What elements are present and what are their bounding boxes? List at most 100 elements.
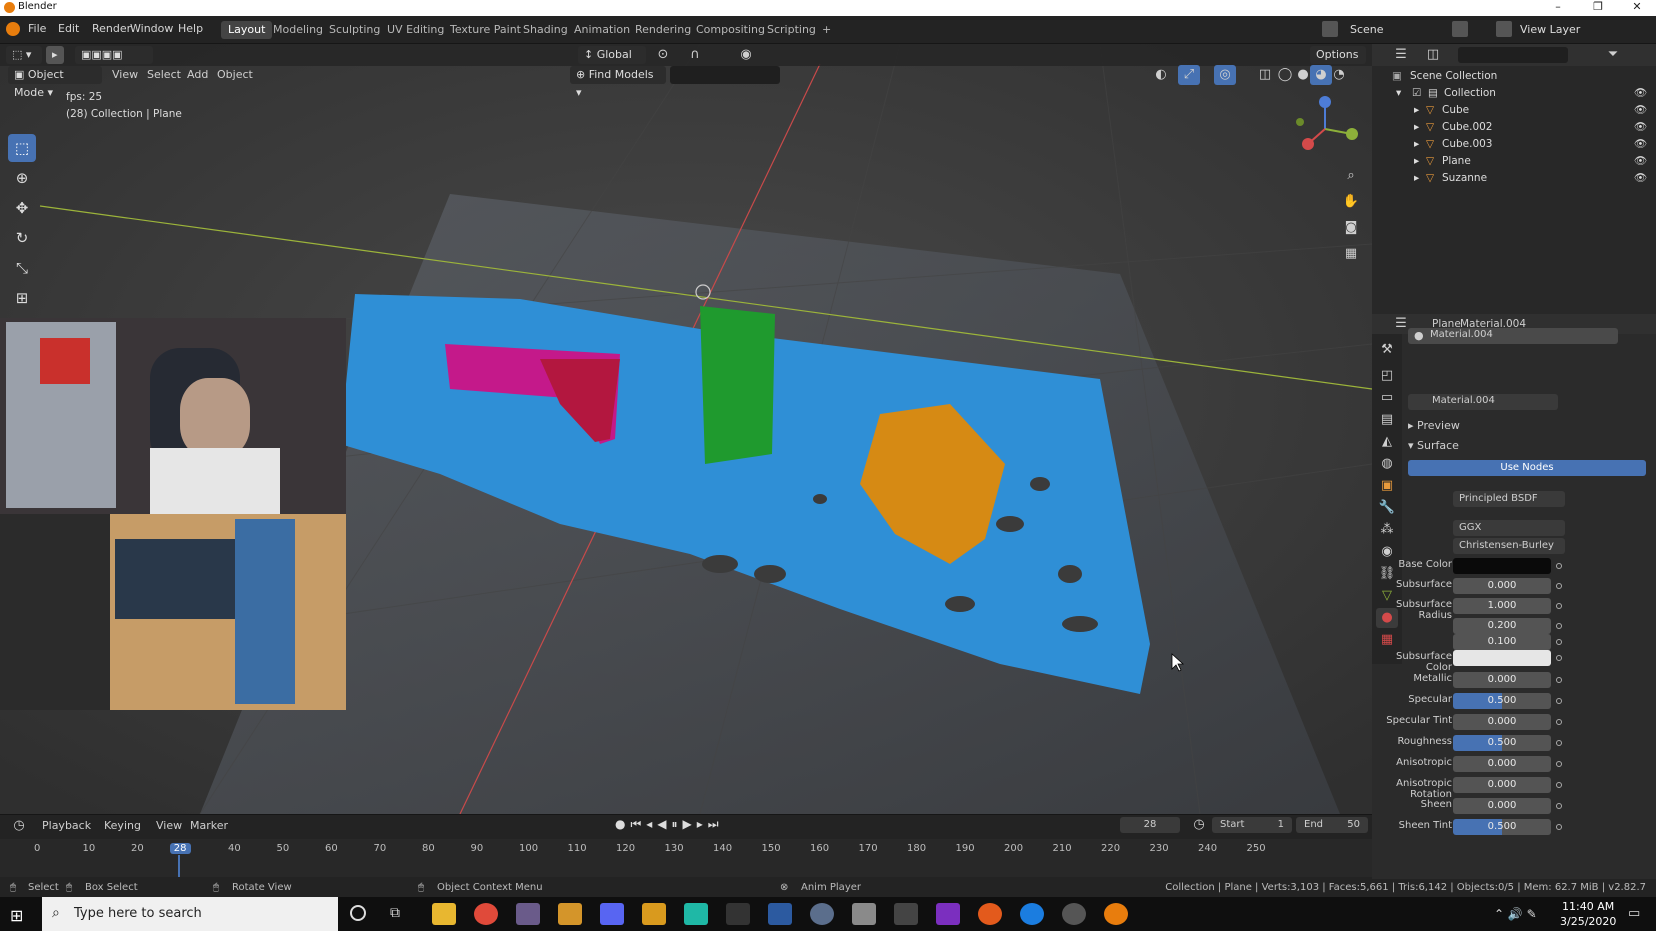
expand-arrow-icon[interactable]: ▸ bbox=[1414, 102, 1419, 119]
task-view-icon[interactable]: ⧉ bbox=[390, 905, 400, 921]
pan-hand-icon[interactable]: ✋ bbox=[1340, 192, 1362, 212]
distribution-dropdown[interactable]: GGX bbox=[1453, 520, 1565, 536]
transform-tool-icon[interactable]: ⊞ bbox=[8, 284, 36, 312]
bsdf-field-value[interactable]: 0.500 bbox=[1453, 693, 1551, 709]
visibility-eye-icon[interactable]: 👁 bbox=[1634, 153, 1647, 170]
outliner-row-scene-collection[interactable]: ▣ Scene Collection bbox=[1372, 68, 1656, 85]
tab-animation[interactable]: Animation bbox=[567, 21, 637, 39]
viewport-menu-view[interactable]: View bbox=[112, 68, 138, 81]
bsdf-field-value[interactable]: 0.500 bbox=[1453, 819, 1551, 835]
obs-icon[interactable] bbox=[1062, 903, 1086, 925]
tray-icons[interactable]: ⌃ 🔊 ✎ bbox=[1494, 907, 1537, 921]
rendered-shading-icon[interactable]: ◔ bbox=[1328, 65, 1350, 85]
bsdf-field-value[interactable]: 0.000 bbox=[1453, 714, 1551, 730]
scale-tool-icon[interactable]: ⤡ bbox=[8, 254, 36, 282]
outliner-item-plane[interactable]: ▸ ▽ Plane 👁 bbox=[1372, 153, 1656, 170]
visibility-icon[interactable]: ◐ bbox=[1150, 65, 1172, 85]
expand-arrow-icon[interactable]: ▸ bbox=[1414, 153, 1419, 170]
menu-render[interactable]: Render bbox=[92, 22, 131, 35]
app-icon-8[interactable] bbox=[894, 903, 918, 925]
options-dropdown[interactable]: Options ▾ bbox=[1310, 46, 1366, 79]
select-box-tool-icon[interactable]: ⬚ bbox=[8, 134, 36, 162]
socket-link-icon[interactable] bbox=[1556, 782, 1562, 788]
socket-link-icon[interactable] bbox=[1556, 803, 1562, 809]
end-frame-field[interactable]: End 50 bbox=[1296, 817, 1368, 833]
cursor-tool-icon[interactable]: ⊕ bbox=[8, 164, 36, 192]
outliner-search-input[interactable] bbox=[1458, 47, 1568, 63]
view-layer-icon[interactable] bbox=[1496, 21, 1512, 37]
checkbox-icon[interactable]: ☑ bbox=[1412, 85, 1421, 102]
bsdf-field-value[interactable] bbox=[1453, 650, 1551, 666]
material-slot-item[interactable]: ● Material.004 bbox=[1408, 328, 1618, 344]
rotate-tool-icon[interactable]: ↻ bbox=[8, 224, 36, 252]
socket-link-icon[interactable] bbox=[1556, 698, 1562, 704]
outliner-display-mode-icon[interactable]: ◫ bbox=[1422, 45, 1444, 65]
find-models-search-input[interactable] bbox=[670, 66, 780, 84]
modifier-tab-icon[interactable]: 🔧 bbox=[1376, 498, 1398, 518]
find-models-dropdown[interactable]: ⊕ Find Models ▾ bbox=[570, 66, 666, 99]
app-icon-4[interactable] bbox=[684, 903, 708, 925]
current-frame-field[interactable]: 28 bbox=[1120, 817, 1180, 833]
visibility-eye-icon[interactable]: 👁 bbox=[1634, 170, 1647, 187]
outliner-item-suzanne[interactable]: ▸ ▽ Suzanne 👁 bbox=[1372, 170, 1656, 187]
visibility-eye-icon[interactable]: 👁 bbox=[1634, 136, 1647, 153]
outliner-editor-type-icon[interactable]: ☰ bbox=[1390, 45, 1412, 65]
socket-link-icon[interactable] bbox=[1556, 761, 1562, 767]
davinci-resolve-icon[interactable] bbox=[810, 903, 834, 925]
minimize-button[interactable]: – bbox=[1541, 0, 1575, 16]
viewport-menu-select[interactable]: Select bbox=[147, 68, 181, 81]
transform-orientation-dropdown[interactable]: ↕ Global ▾ bbox=[578, 46, 646, 79]
blender-taskbar-icon[interactable] bbox=[1104, 903, 1128, 925]
socket-link-icon[interactable] bbox=[1556, 603, 1562, 609]
visibility-eye-icon[interactable]: 👁 bbox=[1634, 119, 1647, 136]
socket-link-icon[interactable] bbox=[1556, 639, 1562, 645]
material-datablock-selector[interactable]: Material.004 bbox=[1408, 394, 1558, 410]
maximize-button[interactable]: ❐ bbox=[1581, 0, 1615, 16]
firefox-icon[interactable] bbox=[978, 903, 1002, 925]
object-mode-dropdown[interactable]: ▣ Object Mode ▾ bbox=[8, 66, 102, 99]
select-mode-icon[interactable]: ▸ bbox=[46, 46, 64, 64]
app-icon-1[interactable] bbox=[516, 903, 540, 925]
expand-arrow-icon[interactable]: ▸ bbox=[1414, 119, 1419, 136]
tab-modeling[interactable]: Modeling bbox=[266, 21, 330, 39]
tab-scripting[interactable]: Scripting bbox=[760, 21, 823, 39]
menu-edit[interactable]: Edit bbox=[58, 22, 79, 35]
notification-icon[interactable]: ▭ bbox=[1628, 906, 1640, 921]
output-tab-icon[interactable]: ▭ bbox=[1376, 388, 1398, 408]
app-icon-6[interactable] bbox=[768, 903, 792, 925]
socket-link-icon[interactable] bbox=[1556, 583, 1562, 589]
render-tab-icon[interactable]: ◰ bbox=[1376, 366, 1398, 386]
outliner-item-cube-002[interactable]: ▸ ▽ Cube.002 👁 bbox=[1372, 119, 1656, 136]
overlay-toggle-icon[interactable]: ◎ bbox=[1214, 65, 1236, 85]
timeline-menu-keying[interactable]: Keying bbox=[104, 819, 141, 832]
file-explorer-icon[interactable] bbox=[432, 903, 456, 925]
menu-file[interactable]: File bbox=[28, 22, 46, 35]
onenote-icon[interactable] bbox=[936, 903, 960, 925]
camera-view-icon[interactable]: ◙ bbox=[1340, 218, 1362, 238]
scene-icon[interactable] bbox=[1322, 21, 1338, 37]
windows-start-icon[interactable]: ⊞ bbox=[10, 906, 23, 925]
bsdf-field-value[interactable]: 0.000 bbox=[1453, 798, 1551, 814]
3d-viewport[interactable]: ⬚ ▾ ▸ ▣▣▣▣ ↕ Global ▾ ⊙ ∩ ◉ Options ▾ ▣ … bbox=[0, 44, 1372, 814]
close-button[interactable]: ✕ bbox=[1620, 0, 1654, 16]
app-icon-7[interactable] bbox=[852, 903, 876, 925]
timeline-editor-type-icon[interactable]: ◷ bbox=[8, 816, 30, 836]
use-nodes-button[interactable]: Use Nodes bbox=[1408, 460, 1646, 476]
bsdf-field-value[interactable]: 0.500 bbox=[1453, 735, 1551, 751]
playback-controls[interactable]: ●⏮◂◀⏸▶▸⏭ bbox=[615, 817, 735, 835]
tab-sculpting[interactable]: Sculpting bbox=[322, 21, 387, 39]
tab-uv-editing[interactable]: UV Editing bbox=[380, 21, 451, 39]
tool-tab-icon[interactable]: ⚒ bbox=[1376, 340, 1398, 360]
visibility-eye-icon[interactable]: 👁 bbox=[1634, 102, 1647, 119]
world-tab-icon[interactable]: ◍ bbox=[1376, 454, 1398, 474]
timeline-scrubber[interactable]: 0 10 20 28 40 50 60 70 80 90 100 110 120 130 140 150 160… bbox=[0, 839, 1372, 877]
visibility-eye-icon[interactable]: 👁 bbox=[1634, 85, 1647, 102]
subsurface-method-dropdown[interactable]: Christensen-Burley bbox=[1453, 538, 1565, 554]
preview-panel-header[interactable]: ▸ Preview bbox=[1408, 419, 1460, 432]
discord-icon[interactable] bbox=[600, 903, 624, 925]
gizmo-toggle-icon[interactable]: ⤢ bbox=[1178, 65, 1200, 85]
outliner-item-cube[interactable]: ▸ ▽ Cube 👁 bbox=[1372, 102, 1656, 119]
socket-link-icon[interactable] bbox=[1556, 623, 1562, 629]
viewport-menu-add[interactable]: Add bbox=[187, 68, 208, 81]
menu-window[interactable]: Window bbox=[130, 22, 173, 35]
